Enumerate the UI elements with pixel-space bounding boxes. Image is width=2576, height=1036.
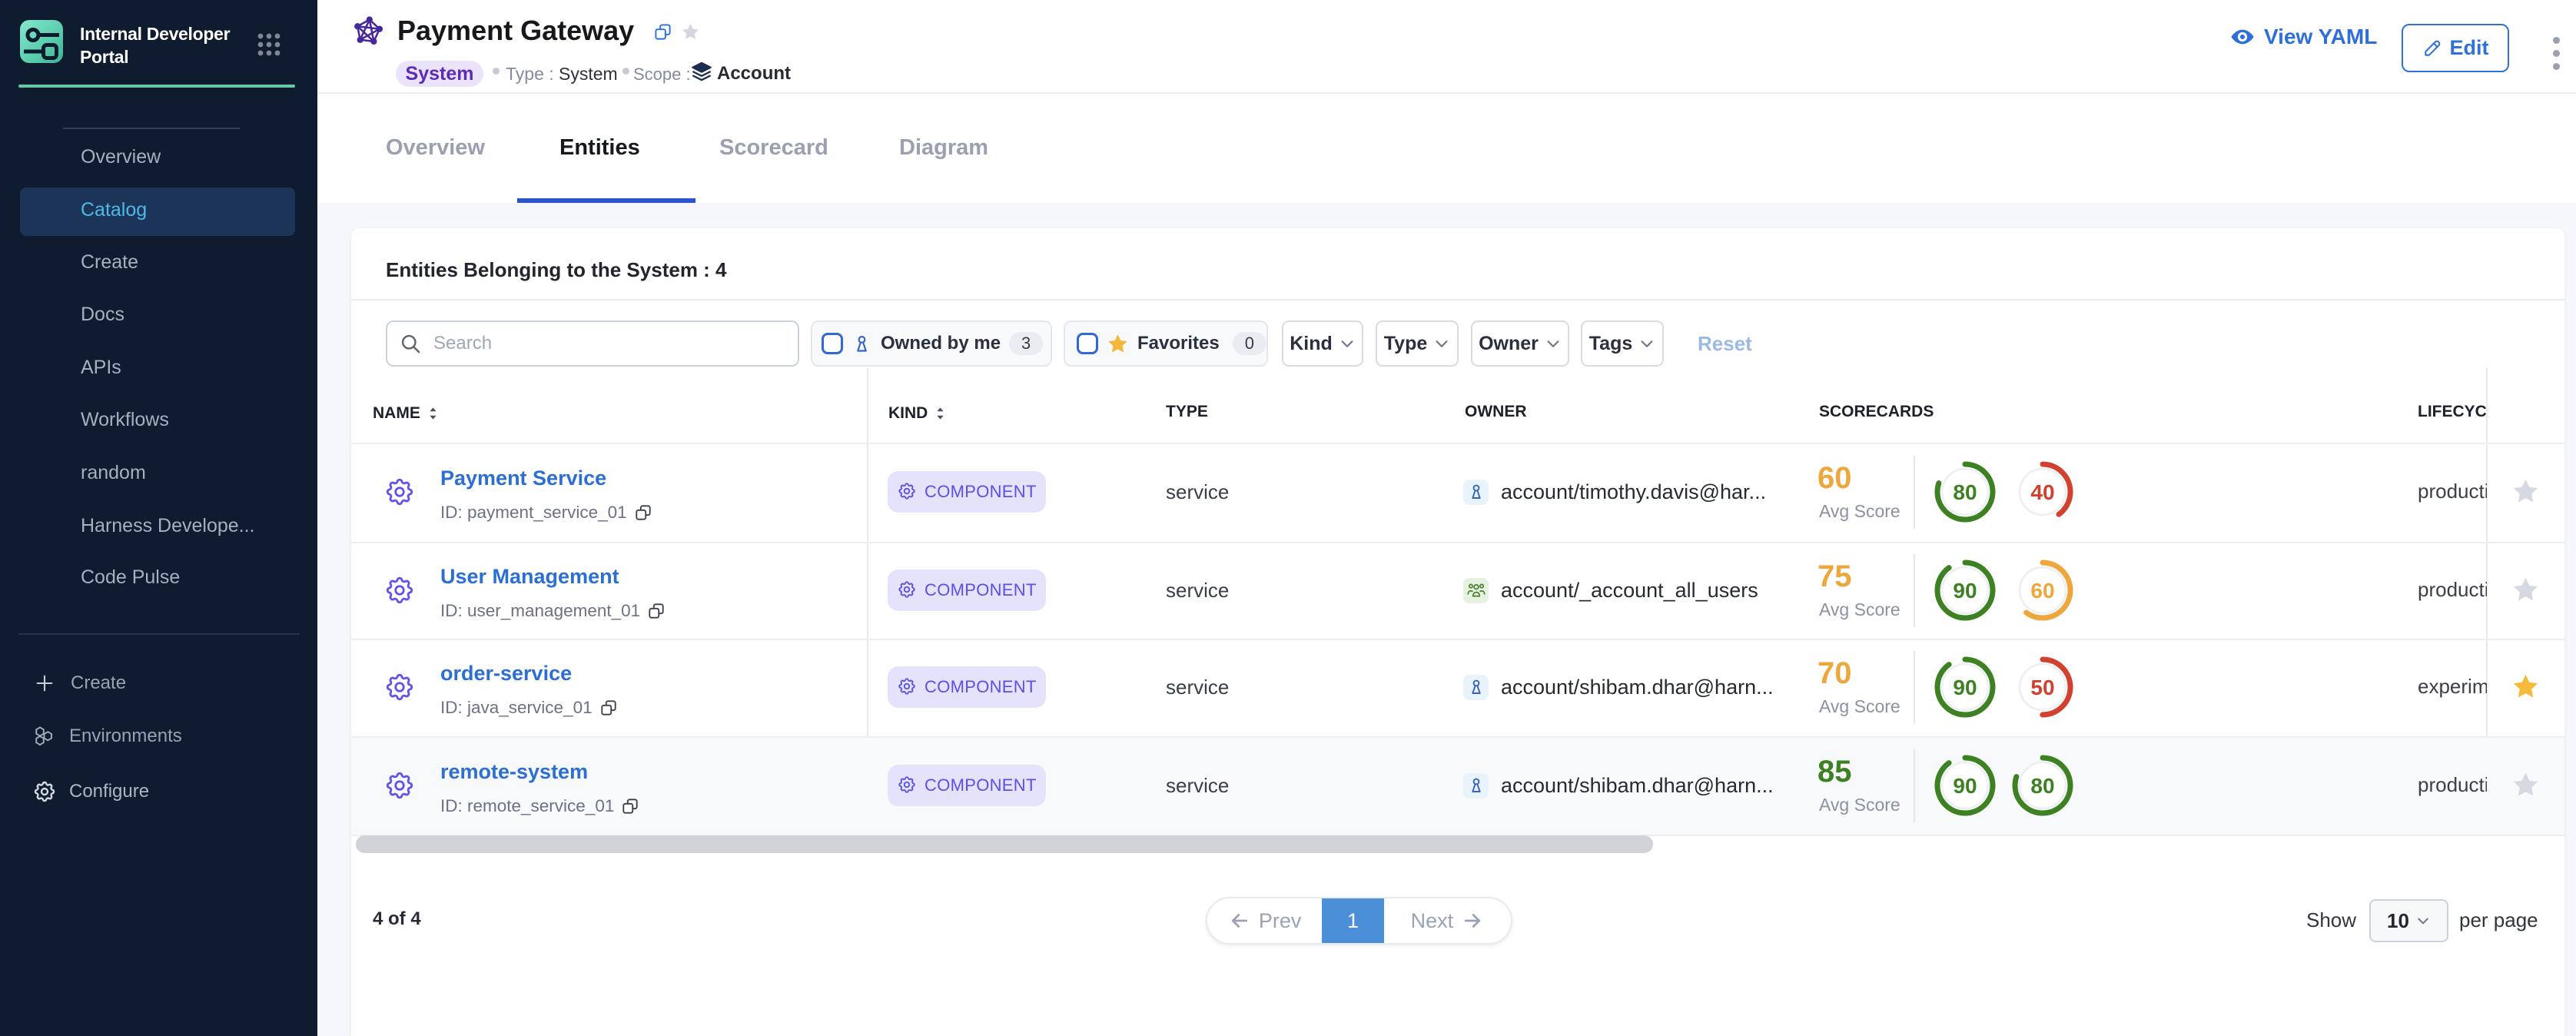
svg-text:90: 90 xyxy=(1953,579,1977,603)
svg-text:80: 80 xyxy=(1953,480,1977,504)
svg-text:90: 90 xyxy=(1953,676,1977,699)
svg-text:50: 50 xyxy=(2030,676,2054,699)
svg-text:80: 80 xyxy=(2030,774,2054,798)
svg-text:40: 40 xyxy=(2030,480,2054,504)
svg-text:90: 90 xyxy=(1953,774,1977,798)
svg-text:60: 60 xyxy=(2030,579,2054,603)
